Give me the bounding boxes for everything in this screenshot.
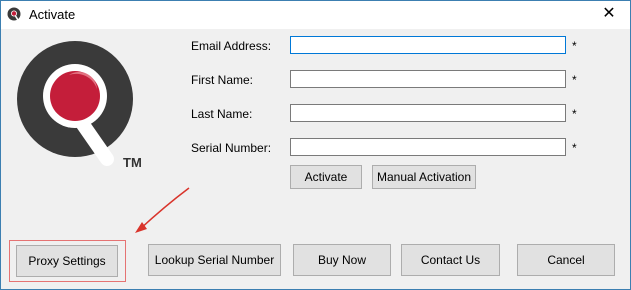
activate-button[interactable]: Activate bbox=[290, 165, 362, 189]
app-logo-icon bbox=[7, 7, 21, 21]
manual-activation-button[interactable]: Manual Activation bbox=[372, 165, 476, 189]
first-name-field[interactable] bbox=[290, 70, 566, 88]
contact-us-button[interactable]: Contact Us bbox=[401, 244, 500, 276]
last-name-label: Last Name: bbox=[191, 107, 253, 121]
trademark-mark: TM bbox=[123, 155, 142, 170]
first-name-label: First Name: bbox=[191, 73, 254, 87]
last-name-required-mark: * bbox=[572, 107, 577, 121]
title-bar: Activate ✕ bbox=[1, 1, 630, 29]
last-name-field[interactable] bbox=[290, 104, 566, 122]
proxy-settings-button[interactable]: Proxy Settings bbox=[16, 245, 118, 277]
close-icon: ✕ bbox=[602, 5, 616, 22]
serial-number-field[interactable] bbox=[290, 138, 566, 156]
serial-number-required-mark: * bbox=[572, 141, 577, 155]
serial-number-label: Serial Number: bbox=[191, 141, 272, 155]
first-name-required-mark: * bbox=[572, 73, 577, 87]
window-title: Activate bbox=[29, 7, 76, 22]
close-button[interactable]: ✕ bbox=[594, 3, 624, 25]
email-label: Email Address: bbox=[191, 39, 272, 53]
email-field[interactable] bbox=[290, 36, 566, 54]
activate-dialog: Activate ✕ TM Email Address: * First Nam… bbox=[0, 0, 631, 290]
cancel-button[interactable]: Cancel bbox=[517, 244, 615, 276]
buy-now-button[interactable]: Buy Now bbox=[293, 244, 391, 276]
lookup-serial-number-button[interactable]: Lookup Serial Number bbox=[148, 244, 281, 276]
product-logo: TM bbox=[17, 41, 142, 170]
email-required-mark: * bbox=[572, 39, 577, 53]
annotation-arrow bbox=[135, 187, 190, 233]
